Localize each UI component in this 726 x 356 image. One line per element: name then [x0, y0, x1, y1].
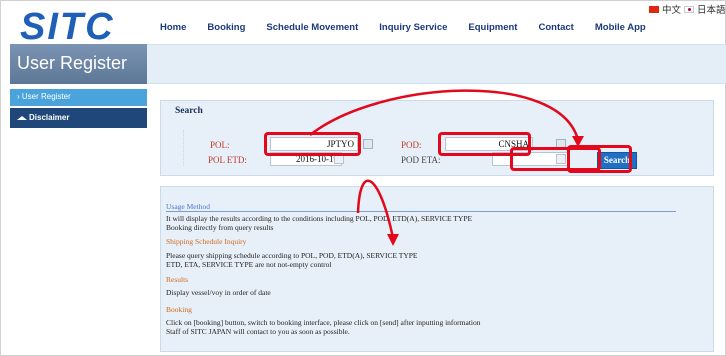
schedule-heading: Shipping Schedule Inquiry	[166, 237, 247, 246]
sidebar-item-user-register[interactable]: › User Register	[10, 89, 147, 106]
pod-label: POD:	[401, 140, 422, 150]
pol-label: POL:	[210, 140, 230, 150]
lang-japanese[interactable]: 日本語	[697, 2, 726, 16]
search-title: Search	[175, 106, 203, 116]
nav-booking[interactable]: Booking	[207, 22, 245, 33]
nav-inquiry-service[interactable]: Inquiry Service	[379, 22, 447, 33]
logo-text: SITC	[20, 6, 115, 46]
caret-up-icon	[17, 115, 27, 120]
results-heading: Results	[166, 275, 189, 284]
title-band	[147, 44, 726, 84]
annotation-box-search-button	[567, 145, 632, 173]
sitc-logo[interactable]: SITC	[18, 6, 136, 46]
sidebar-item-label: Disclaimer	[29, 113, 70, 122]
sidebar-item-disclaimer[interactable]: Disclaimer	[10, 108, 147, 128]
japan-flag-icon[interactable]	[684, 5, 695, 13]
china-flag-icon[interactable]	[649, 5, 659, 13]
language-switch: 中文 日本語	[649, 2, 726, 16]
booking-heading: Booking	[166, 305, 192, 314]
nav-contact[interactable]: Contact	[538, 22, 573, 33]
pod-eta-label: POD ETA:	[401, 155, 441, 165]
annotation-box-pol	[264, 132, 361, 156]
dotted-divider	[183, 130, 195, 166]
nav-equipment[interactable]: Equipment	[468, 22, 517, 33]
nav-mobile-app[interactable]: Mobile App	[595, 22, 646, 33]
lookup-icon[interactable]	[363, 139, 373, 149]
booking-line-2: Staff of SITC JAPAN will contact to you …	[166, 327, 350, 336]
pol-etd-label: POL ETD:	[208, 155, 247, 165]
schedule-line-2: ETD, ETA, SERVICE TYPE are not not-empty…	[166, 260, 332, 269]
lang-chinese[interactable]: 中文	[662, 2, 681, 16]
sidebar-item-label: › User Register	[17, 92, 71, 101]
usage-heading: Usage Method	[166, 202, 210, 211]
nav-home[interactable]: Home	[160, 22, 186, 33]
nav-schedule-movement[interactable]: Schedule Movement	[266, 22, 358, 33]
usage-divider	[166, 211, 676, 212]
results-line-1: Display vessel/voy in order of date	[166, 288, 271, 297]
page-title: User Register	[10, 44, 147, 84]
usage-line-2: Booking directly from query results	[166, 223, 274, 232]
main-nav: Home Booking Schedule Movement Inquiry S…	[160, 22, 667, 33]
